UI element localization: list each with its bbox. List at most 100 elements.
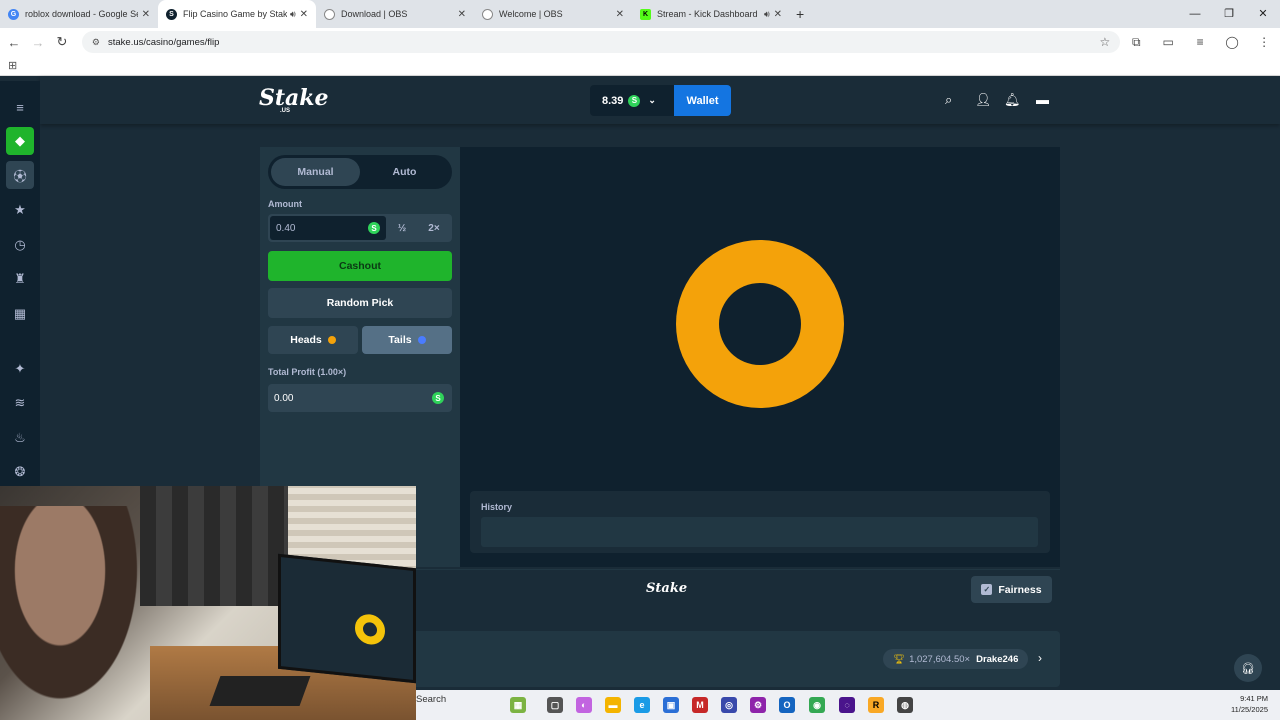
sweeps-coin-icon: S: [368, 222, 380, 234]
browser-tab[interactable]: Welcome | OBS ✕: [474, 0, 632, 28]
browser-tab[interactable]: Download | OBS ✕: [316, 0, 474, 28]
outlook-icon[interactable]: O: [779, 697, 795, 713]
sports-icon[interactable]: ⚽︎: [6, 161, 34, 189]
favourites-icon[interactable]: ★: [6, 196, 34, 224]
amount-value: 0.40: [276, 222, 296, 234]
random-pick-button[interactable]: Random Pick: [268, 288, 452, 318]
mcafee-icon[interactable]: M: [692, 697, 708, 713]
file-explorer-icon[interactable]: ▬: [605, 697, 621, 713]
heads-button[interactable]: Heads: [268, 326, 358, 354]
casino-icon[interactable]: ◆: [6, 127, 34, 155]
cashout-button[interactable]: Cashout: [268, 251, 452, 281]
trophy-icon: 🏆︎: [893, 653, 906, 665]
cast-icon[interactable]: ▭: [1152, 35, 1184, 49]
recent-icon[interactable]: ◷: [6, 231, 34, 259]
profile-icon[interactable]: ◯: [1216, 35, 1248, 49]
history-label: History: [481, 502, 513, 512]
close-icon[interactable]: ✕: [300, 9, 308, 20]
slots-icon[interactable]: ≋: [6, 389, 34, 417]
tails-button[interactable]: Tails: [362, 326, 452, 354]
media-icon[interactable]: ≡: [1184, 35, 1216, 49]
task-view-icon[interactable]: ▢: [547, 697, 563, 713]
close-icon[interactable]: ✕: [616, 9, 624, 20]
tab-title: roblox download - Google Sea: [25, 9, 138, 19]
tab-title: Download | OBS: [341, 9, 408, 19]
store-icon[interactable]: ▣: [663, 697, 679, 713]
browser-tab[interactable]: G roblox download - Google Sea ✕: [0, 0, 158, 28]
hot-icon[interactable]: ♨: [6, 424, 34, 452]
webcam-overlay: [0, 486, 416, 720]
shield-check-icon: ✓: [981, 584, 993, 595]
forward-icon[interactable]: →: [26, 35, 50, 50]
search-icon[interactable]: ⌕: [945, 92, 952, 108]
close-icon[interactable]: ✕: [458, 9, 466, 20]
double-button[interactable]: 2×: [418, 214, 450, 242]
app-icon[interactable]: ◎: [721, 697, 737, 713]
close-icon[interactable]: ✕: [774, 9, 782, 20]
system-clock[interactable]: 9:41 PM 11/25/2025: [1231, 693, 1268, 715]
tails-dot-icon: [417, 336, 426, 344]
half-button[interactable]: ½: [386, 214, 418, 242]
balance-value: 8.39: [602, 94, 624, 107]
app-icon[interactable]: ⚙︎: [750, 697, 766, 713]
browser-tab-active[interactable]: S Flip Casino Game by Stake 🔊︎ ✕: [158, 0, 316, 28]
coin-icon: [676, 240, 844, 408]
edge-icon[interactable]: e: [634, 697, 650, 713]
profit-value: 0.00: [274, 392, 294, 404]
big-win-chip[interactable]: 🏆︎ 1,027,604.50× Drake246: [883, 649, 1029, 669]
support-icon[interactable]: 🎧︎: [1234, 654, 1262, 682]
back-icon[interactable]: ←: [2, 35, 26, 50]
url-text: stake.us/casino/games/flip: [107, 36, 220, 48]
taskbar: Search ▦ ▢ ◐ ▬ e ▣ M ◎ ⚙︎ O ◉ ◌ R ◍ 9:41…: [416, 690, 1280, 720]
chrome-icon[interactable]: ◉: [809, 697, 825, 713]
amount-input[interactable]: 0.40 S: [270, 216, 386, 240]
menu-icon[interactable]: ⋮: [1248, 35, 1280, 49]
notifications-icon[interactable]: 🔔︎: [1004, 92, 1021, 108]
apps-grid-icon[interactable]: ⊞: [8, 59, 17, 72]
wallet-button[interactable]: Wallet: [674, 85, 731, 116]
chat-icon[interactable]: ▬: [1036, 92, 1049, 107]
speaker-icon[interactable]: 🔊︎: [764, 9, 770, 20]
history-track: [481, 517, 1038, 547]
restore-icon[interactable]: ❐: [1212, 0, 1246, 28]
challenges-icon[interactable]: ♜: [6, 265, 34, 293]
heads-dot-icon: [327, 336, 336, 344]
taskbar-search[interactable]: Search: [416, 694, 446, 705]
menu-icon[interactable]: ≡: [6, 93, 34, 121]
url-field[interactable]: ⚙︎ stake.us/casino/games/flip ☆: [81, 31, 1121, 53]
site-info-icon[interactable]: ⚙︎: [92, 37, 100, 48]
fairness-button[interactable]: ✓ Fairness: [971, 576, 1052, 603]
coin-center: [719, 283, 801, 365]
sweeps-coin-icon: S: [432, 392, 444, 404]
tab-manual[interactable]: Manual: [271, 158, 360, 186]
user-icon[interactable]: 👤︎: [975, 92, 992, 108]
history-panel: History: [470, 491, 1050, 553]
chevron-down-icon: ⌄: [648, 95, 656, 105]
speaker-icon[interactable]: 🔊︎: [290, 9, 296, 20]
chevron-right-icon[interactable]: ›: [1038, 651, 1042, 665]
originals-icon[interactable]: ❂: [6, 458, 34, 486]
monitor: [278, 553, 416, 684]
bookmark-star-icon[interactable]: ☆: [1100, 35, 1111, 49]
sweeps-coin-icon: S: [628, 94, 641, 107]
minimize-icon[interactable]: —: [1178, 0, 1212, 28]
bets-icon[interactable]: ▦: [6, 300, 34, 328]
app-icon[interactable]: ◌: [839, 697, 855, 713]
fairness-label: Fairness: [998, 583, 1042, 596]
tab-title: Flip Casino Game by Stake: [183, 9, 287, 19]
obs-taskbar-icon[interactable]: ◍: [897, 697, 913, 713]
tab-auto[interactable]: Auto: [360, 158, 449, 186]
clock-time: 9:41 PM: [1240, 694, 1268, 703]
new-releases-icon[interactable]: ✦: [6, 355, 34, 383]
widgets-icon[interactable]: ▦: [510, 697, 526, 713]
extensions-icon[interactable]: ⧉: [1120, 35, 1152, 50]
balance-selector[interactable]: 8.39 S ⌄: [590, 85, 674, 116]
copilot-icon[interactable]: ◐: [576, 697, 592, 713]
reload-icon[interactable]: ↻: [50, 34, 74, 50]
close-window-icon[interactable]: ✕: [1246, 0, 1280, 28]
new-tab-icon[interactable]: +: [796, 0, 804, 28]
close-icon[interactable]: ✕: [142, 9, 150, 20]
rockstar-icon[interactable]: R: [868, 697, 884, 713]
stake-logo[interactable]: Stake: [259, 85, 329, 111]
browser-tab[interactable]: K Stream - Kick Dashboard 🔊︎ ✕: [632, 0, 790, 28]
